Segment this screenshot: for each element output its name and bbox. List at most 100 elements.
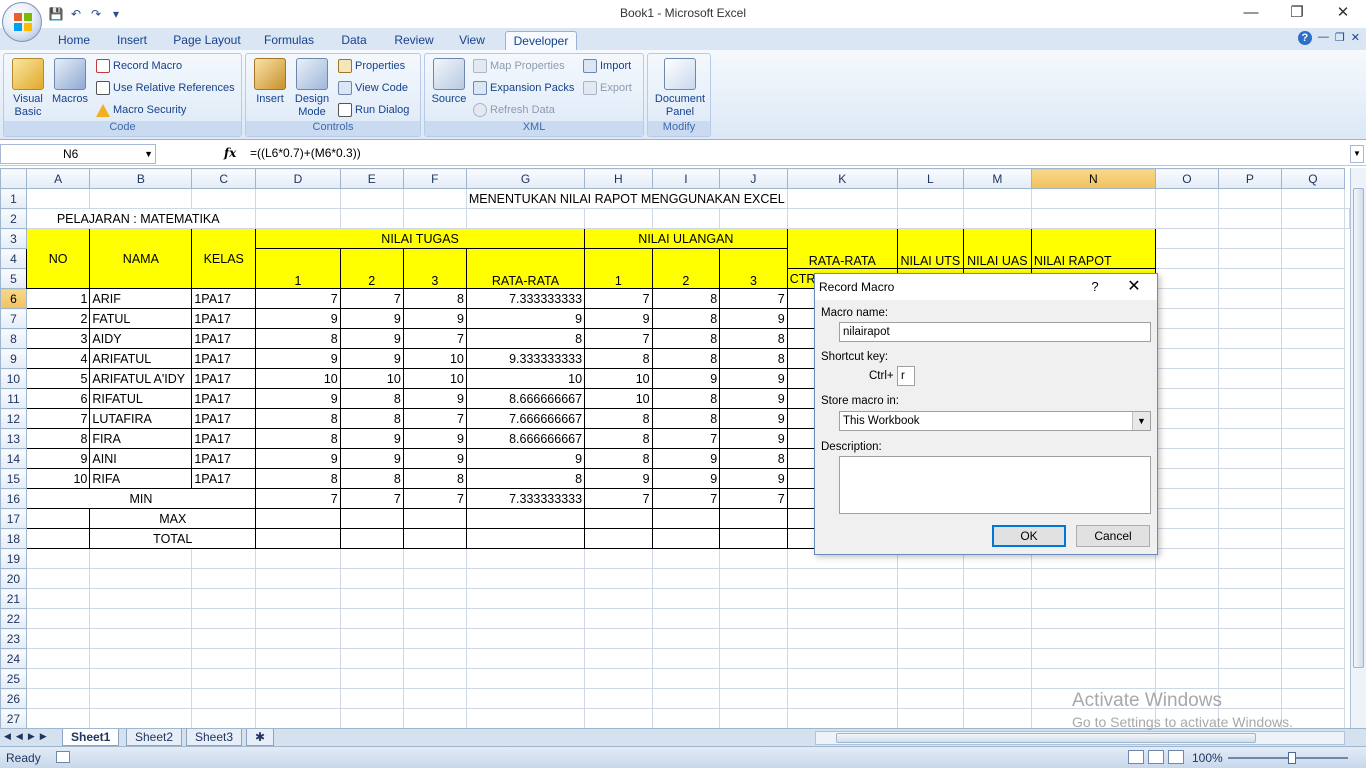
cell[interactable] (339, 188, 404, 209)
cell[interactable] (255, 528, 341, 549)
cell[interactable] (1154, 548, 1219, 569)
cell-j[interactable]: 8 (719, 448, 788, 469)
cell-h[interactable]: 8 (584, 348, 653, 369)
cell[interactable] (719, 668, 788, 689)
cell[interactable] (786, 708, 898, 728)
cell[interactable]: 7 (719, 488, 788, 509)
cell-d[interactable]: 9 (255, 348, 341, 369)
design-mode-button[interactable]: Design Mode (290, 58, 334, 119)
cell[interactable] (1217, 648, 1282, 669)
cell[interactable] (465, 608, 586, 629)
cell[interactable] (89, 688, 193, 709)
cell[interactable] (191, 548, 257, 569)
cell[interactable] (786, 628, 898, 649)
cell-i[interactable]: 8 (651, 348, 721, 369)
header-nilai-uts[interactable]: NILAI UTS (896, 228, 964, 269)
cell[interactable] (1217, 428, 1282, 449)
column-header[interactable]: H (584, 168, 653, 189)
cell[interactable] (1030, 588, 1156, 609)
cell-no[interactable]: 10 (25, 468, 91, 489)
cell[interactable] (1217, 388, 1282, 409)
macro-name-input[interactable]: nilairapot (839, 322, 1151, 342)
zoom-slider[interactable] (1228, 752, 1348, 764)
column-header[interactable]: C (191, 168, 257, 189)
cell[interactable] (1154, 528, 1219, 549)
cell[interactable] (25, 548, 91, 569)
cell[interactable] (1280, 348, 1346, 369)
row-header[interactable]: 10 (0, 368, 27, 389)
cell[interactable] (402, 208, 467, 229)
cell[interactable] (896, 188, 964, 209)
cell-kelas[interactable]: 1PA17 (191, 448, 257, 469)
cell-nama[interactable]: ARIFATUL (89, 348, 193, 369)
cell[interactable] (465, 708, 586, 728)
cell-i[interactable]: 8 (651, 408, 721, 429)
visual-basic-button[interactable]: Visual Basic (8, 58, 48, 119)
cell[interactable]: 7 (255, 488, 341, 509)
cell-h[interactable]: 8 (584, 428, 653, 449)
cell-i[interactable]: 7 (651, 428, 721, 449)
tab-view[interactable]: View (452, 31, 492, 50)
cell[interactable] (465, 528, 586, 549)
cell[interactable] (786, 648, 898, 669)
cell[interactable] (465, 548, 586, 569)
run-dialog-button[interactable]: Run Dialog (338, 101, 409, 119)
cell[interactable] (255, 648, 341, 669)
cell[interactable] (1280, 288, 1346, 309)
cell-nama[interactable]: RIFATUL (89, 388, 193, 409)
cell[interactable] (896, 628, 964, 649)
cell[interactable] (191, 628, 257, 649)
cell[interactable] (25, 648, 91, 669)
cell-no[interactable]: 6 (25, 388, 91, 409)
source-button[interactable]: Source (429, 58, 469, 106)
row-header[interactable]: 18 (0, 528, 27, 549)
row-header[interactable]: 4 (0, 248, 27, 269)
cell[interactable] (402, 668, 467, 689)
cell[interactable] (402, 708, 467, 728)
cell[interactable] (786, 608, 898, 629)
cell-kelas[interactable]: 1PA17 (191, 348, 257, 369)
cell[interactable] (1217, 668, 1282, 689)
tab-developer[interactable]: Developer (505, 31, 577, 50)
vertical-scroll-thumb[interactable] (1353, 188, 1364, 668)
cell-f[interactable]: 10 (402, 348, 467, 369)
cell[interactable] (89, 628, 193, 649)
cell-e[interactable]: 10 (339, 368, 404, 389)
cell[interactable] (465, 668, 586, 689)
cell[interactable] (1030, 188, 1156, 209)
cell[interactable] (1154, 468, 1219, 489)
cell-e[interactable]: 8 (339, 468, 404, 489)
column-header[interactable]: F (402, 168, 467, 189)
cell[interactable] (402, 628, 467, 649)
normal-view-icon[interactable] (1128, 750, 1144, 764)
header-tugas-3[interactable]: 3 (402, 248, 467, 289)
cell[interactable] (1217, 588, 1282, 609)
cell[interactable] (719, 608, 788, 629)
column-header[interactable]: B (89, 168, 193, 189)
cell[interactable] (339, 648, 404, 669)
expansion-packs-button[interactable]: Expansion Packs (473, 79, 574, 97)
cell[interactable] (1154, 428, 1219, 449)
cell[interactable] (1217, 488, 1282, 509)
cell-h[interactable]: 8 (584, 408, 653, 429)
cell-e[interactable]: 9 (339, 328, 404, 349)
cell[interactable] (1154, 188, 1219, 209)
cell[interactable] (25, 188, 91, 209)
header-ulangan-2[interactable]: 2 (651, 248, 721, 289)
cell-j[interactable]: 9 (719, 388, 788, 409)
row-header[interactable]: 6 (0, 288, 27, 309)
cell[interactable] (1280, 408, 1346, 429)
row-header[interactable]: 22 (0, 608, 27, 629)
cell[interactable] (255, 628, 341, 649)
sheet-title-cell[interactable]: MENENTUKAN NILAI RAPOT MENGGUNAKAN EXCEL (465, 188, 788, 209)
cell-nama[interactable]: AIDY (89, 328, 193, 349)
cell[interactable] (1154, 448, 1219, 469)
cell[interactable] (1217, 468, 1282, 489)
cell[interactable] (1217, 348, 1282, 369)
cell[interactable] (786, 668, 898, 689)
cell[interactable] (1154, 628, 1219, 649)
cell[interactable] (1217, 208, 1282, 229)
cell[interactable] (1280, 468, 1346, 489)
cell-h[interactable]: 9 (584, 468, 653, 489)
cell[interactable] (339, 548, 404, 569)
